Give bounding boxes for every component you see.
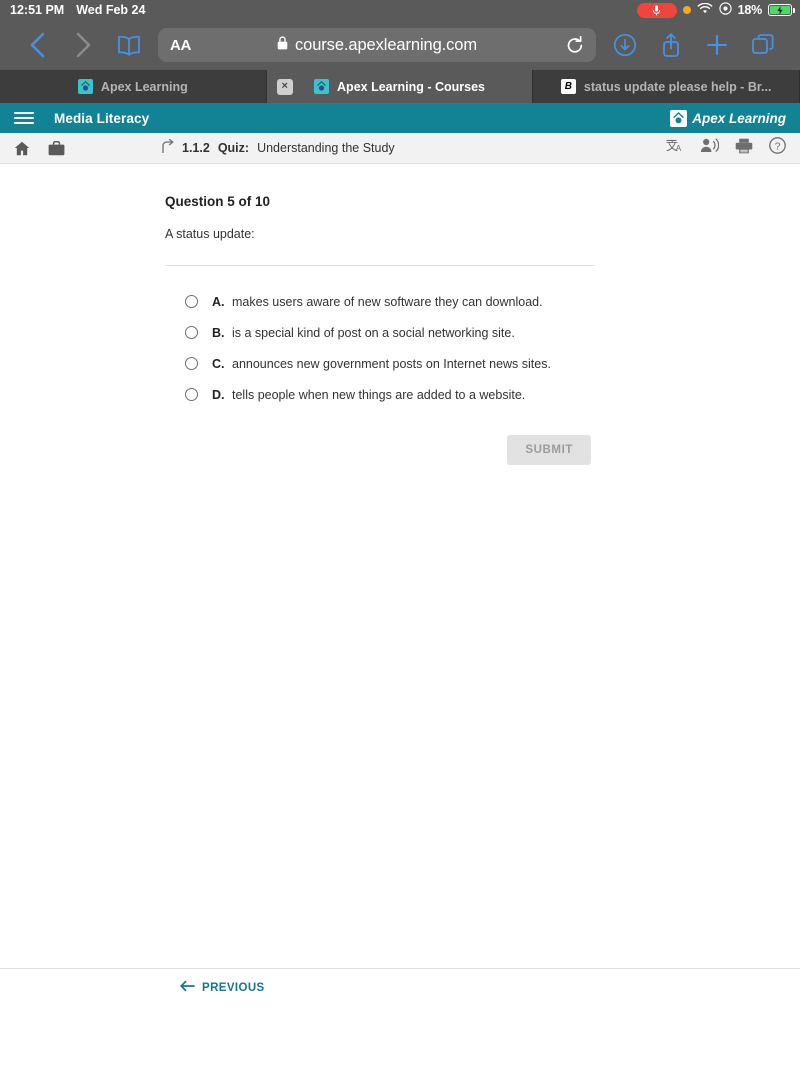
browser-toolbar: AA course.apexlearning.com — [0, 20, 800, 70]
option-c-text: announces new government posts on Intern… — [232, 356, 551, 371]
breadcrumb: 1.1.2 Quiz: Understanding the Study — [160, 138, 395, 157]
course-title: Media Literacy — [54, 110, 150, 126]
question-divider — [165, 265, 595, 266]
apex-favicon — [77, 79, 93, 94]
question-stem: A status update: — [165, 227, 255, 241]
up-level-arrow-icon[interactable] — [160, 138, 174, 157]
option-c[interactable]: C. announces new government posts on Int… — [185, 348, 595, 379]
previous-button[interactable]: PREVIOUS — [180, 980, 265, 995]
downloads-icon[interactable] — [602, 23, 648, 67]
url-text: course.apexlearning.com — [294, 35, 478, 54]
apex-logo-mark — [670, 109, 688, 127]
browser-tab-2-label: Apex Learning - Courses — [337, 79, 485, 94]
submit-button[interactable]: SUBMIT — [507, 435, 591, 465]
option-b-letter: B. — [212, 325, 225, 340]
svg-text:A: A — [676, 143, 682, 153]
answer-options: A. makes users aware of new software the… — [165, 286, 595, 410]
browser-tab-1-label: Apex Learning — [100, 79, 188, 94]
hamburger-menu-icon[interactable] — [14, 112, 34, 124]
browser-tab-2[interactable]: × Apex Learning - Courses — [266, 70, 534, 103]
back-button[interactable] — [14, 23, 60, 67]
arrow-left-icon — [180, 980, 195, 995]
option-c-letter: C. — [212, 356, 225, 371]
radio-button-d[interactable] — [185, 388, 198, 401]
status-bar-right: 18% — [636, 0, 795, 20]
browser-tab-1[interactable]: Apex Learning — [0, 70, 267, 103]
status-date: Wed Feb 24 — [76, 3, 146, 17]
lock-icon — [277, 35, 288, 55]
translate-icon[interactable]: 文A — [666, 138, 684, 159]
breadcrumb-bar: 1.1.2 Quiz: Understanding the Study 文A ? — [0, 133, 800, 164]
apex-learning-logo: Apex Learning — [670, 109, 786, 127]
tab-strip: Apex Learning × Apex Learning - Courses … — [0, 70, 800, 103]
lesson-number: 1.1.2 — [182, 141, 210, 155]
briefcase-icon[interactable] — [48, 140, 82, 156]
battery-percent-label: 18% — [737, 3, 763, 17]
option-d[interactable]: D. tells people when new things are adde… — [185, 379, 595, 410]
option-b-text: is a special kind of post on a social ne… — [232, 325, 515, 340]
option-d-text: tells people when new things are added t… — [232, 387, 526, 402]
status-time: 12:51 PM — [10, 3, 65, 17]
option-a[interactable]: A. makes users aware of new software the… — [185, 286, 595, 317]
tabs-overview-icon[interactable] — [740, 23, 786, 67]
radio-button-c[interactable] — [185, 357, 198, 370]
quiz-footer: PREVIOUS — [0, 968, 800, 1006]
activity-type: Quiz: — [217, 141, 250, 155]
breadcrumb-tools: 文A ? — [666, 137, 786, 159]
quiz-container: Question 5 of 10 A status update: A. mak… — [165, 194, 595, 465]
brainly-favicon: B — [560, 79, 576, 94]
quiz-content: Question 5 of 10 A status update: A. mak… — [0, 164, 800, 465]
forward-button[interactable] — [60, 23, 106, 67]
close-icon[interactable]: × — [276, 78, 293, 95]
apex-favicon — [314, 79, 330, 94]
submit-row: SUBMIT — [165, 435, 595, 465]
option-d-letter: D. — [212, 387, 225, 402]
question-heading: Question 5 of 10 — [165, 194, 271, 209]
browser-tab-3-label: status update please help - Br... — [583, 79, 772, 94]
apex-header: Media Literacy Apex Learning — [0, 103, 800, 133]
battery-charging-icon — [768, 4, 795, 16]
browser-tab-3[interactable]: B status update please help - Br... — [533, 70, 800, 103]
radio-button-a[interactable] — [185, 295, 198, 308]
previous-button-label: PREVIOUS — [202, 981, 265, 994]
status-bar-left: 12:51 PM Wed Feb 24 — [10, 3, 145, 17]
orange-recording-dot — [682, 6, 691, 14]
wifi-icon — [697, 2, 713, 18]
url-display: course.apexlearning.com — [158, 36, 596, 55]
option-a-text: makes users aware of new software they c… — [232, 294, 543, 309]
home-icon[interactable] — [14, 141, 48, 156]
apex-logo-text: Apex Learning — [692, 110, 786, 126]
ios-status-bar: 12:51 PM Wed Feb 24 18% — [0, 0, 800, 20]
page-body: Media Literacy Apex Learning 1.1.2 Quiz:… — [0, 103, 800, 1006]
print-icon[interactable] — [735, 138, 753, 159]
radio-button-b[interactable] — [185, 326, 198, 339]
help-icon[interactable]: ? — [769, 137, 786, 159]
text-size-button[interactable]: AA — [170, 37, 191, 54]
bookmarks-icon[interactable] — [106, 23, 152, 67]
activity-name: Understanding the Study — [257, 141, 395, 155]
location-icon — [718, 2, 732, 18]
new-tab-icon[interactable] — [694, 23, 740, 67]
option-b[interactable]: B. is a special kind of post on a social… — [185, 317, 595, 348]
url-bar[interactable]: AA course.apexlearning.com — [158, 28, 596, 62]
microphone-icon — [636, 2, 677, 18]
share-icon[interactable] — [648, 23, 694, 67]
option-a-letter: A. — [212, 294, 225, 309]
read-aloud-icon[interactable] — [700, 138, 720, 158]
reload-icon[interactable] — [566, 35, 584, 55]
svg-text:?: ? — [775, 140, 781, 152]
